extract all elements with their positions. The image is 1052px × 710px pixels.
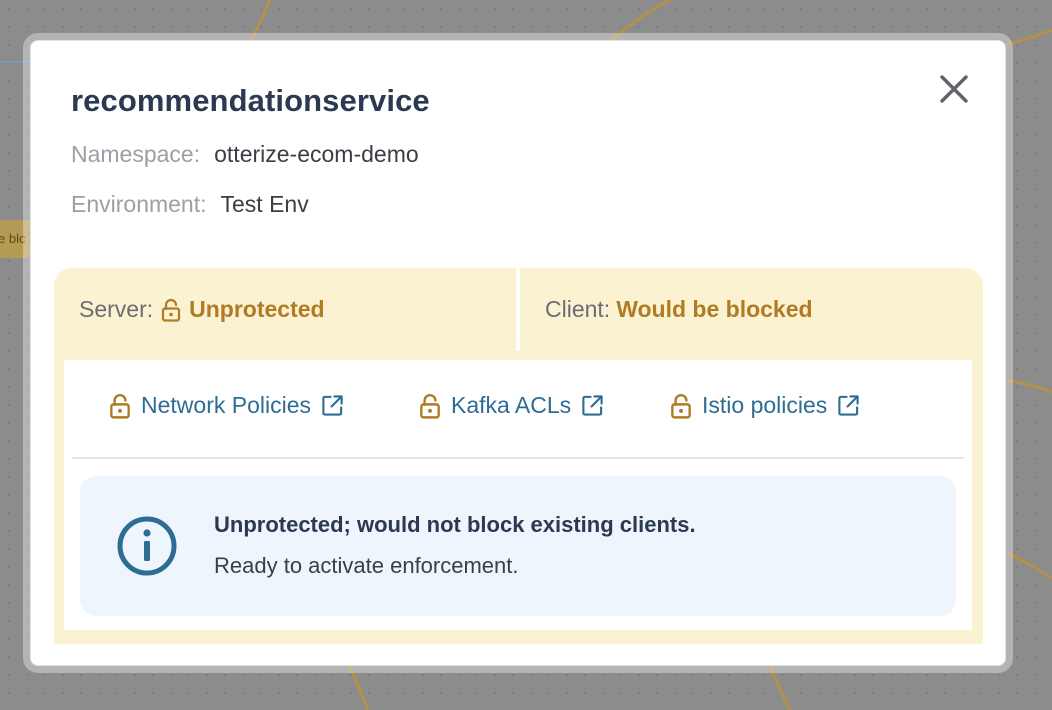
- environment-row: Environment: Test Env: [71, 191, 309, 218]
- environment-label: Environment:: [71, 191, 207, 217]
- service-title: recommendationservice: [71, 83, 430, 118]
- background-graph-node[interactable]: e blc: [0, 220, 32, 258]
- network-policies-link[interactable]: Network Policies: [109, 392, 344, 419]
- server-status: Server: Unprotected: [54, 268, 516, 351]
- info-icon: [117, 516, 177, 576]
- close-icon: [940, 75, 968, 103]
- policy-details-card: Network Policies Kafka ACLs Istio polici…: [64, 360, 972, 630]
- namespace-value: otterize-ecom-demo: [214, 141, 419, 167]
- protection-status-panel: Server: Unprotected Client: Would be blo…: [54, 268, 983, 644]
- server-status-value: Unprotected: [189, 296, 325, 322]
- service-details-modal: recommendationservice Namespace: otterize…: [30, 40, 1006, 666]
- environment-value: Test Env: [220, 191, 309, 217]
- kafka-acls-label: Kafka ACLs: [451, 392, 572, 418]
- unlock-icon: [162, 298, 181, 322]
- enforcement-info-box: Unprotected; would not block existing cl…: [80, 476, 956, 616]
- istio-policies-label: Istio policies: [702, 392, 828, 418]
- network-policies-label: Network Policies: [141, 392, 311, 418]
- links-divider: [72, 457, 964, 459]
- unlock-icon: [420, 393, 440, 419]
- external-link-icon: [322, 395, 343, 416]
- server-status-label: Server:: [79, 296, 154, 322]
- unlock-icon: [671, 393, 691, 419]
- istio-policies-link[interactable]: Istio policies: [670, 392, 860, 419]
- client-status-value: Would be blocked: [616, 296, 813, 322]
- close-button[interactable]: [936, 71, 972, 107]
- namespace-label: Namespace:: [71, 141, 201, 167]
- namespace-row: Namespace: otterize-ecom-demo: [71, 141, 419, 168]
- kafka-acls-link[interactable]: Kafka ACLs: [419, 392, 604, 419]
- info-title: Unprotected; would not block existing cl…: [214, 512, 696, 537]
- unlock-icon: [110, 393, 130, 419]
- client-status-label: Client:: [545, 296, 611, 322]
- external-link-icon: [838, 395, 859, 416]
- external-link-icon: [582, 395, 603, 416]
- policy-links: Network Policies Kafka ACLs Istio polici…: [64, 360, 972, 457]
- info-body: Ready to activate enforcement.: [214, 553, 519, 578]
- client-status: Client: Would be blocked: [520, 268, 983, 351]
